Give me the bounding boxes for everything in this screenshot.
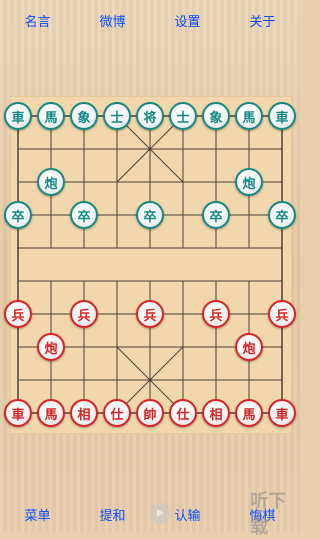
menu-button[interactable]: 菜单	[18, 501, 56, 528]
top-nav: 名言 微博 设置 关于	[0, 0, 300, 40]
green-piece[interactable]: 卒	[202, 201, 230, 229]
green-piece[interactable]: 卒	[70, 201, 98, 229]
quotes-button[interactable]: 名言	[18, 7, 56, 34]
red-piece[interactable]: 兵	[4, 300, 32, 328]
xiangqi-board[interactable]: 車馬象士将士象馬車炮炮卒卒卒卒卒兵兵兵兵兵炮炮車馬相仕帥仕相馬車	[4, 96, 296, 434]
watermark: 听下载	[150, 491, 300, 538]
board-grid	[10, 96, 292, 434]
offer-draw-button[interactable]: 提和	[93, 501, 131, 528]
green-piece[interactable]: 車	[4, 102, 32, 130]
red-piece[interactable]: 馬	[37, 399, 65, 427]
board-panel	[10, 96, 292, 434]
red-piece[interactable]: 炮	[37, 333, 65, 361]
green-piece[interactable]: 馬	[37, 102, 65, 130]
green-piece[interactable]: 将	[136, 102, 164, 130]
green-piece[interactable]: 士	[103, 102, 131, 130]
green-piece[interactable]: 卒	[4, 201, 32, 229]
green-piece[interactable]: 炮	[235, 168, 263, 196]
weibo-button[interactable]: 微博	[93, 7, 131, 34]
red-piece[interactable]: 兵	[70, 300, 98, 328]
red-piece[interactable]: 車	[4, 399, 32, 427]
about-button[interactable]: 关于	[243, 7, 281, 34]
green-piece[interactable]: 卒	[136, 201, 164, 229]
red-piece[interactable]: 兵	[202, 300, 230, 328]
green-piece[interactable]: 馬	[235, 102, 263, 130]
green-piece[interactable]: 炮	[37, 168, 65, 196]
red-piece[interactable]: 兵	[268, 300, 296, 328]
red-piece[interactable]: 仕	[169, 399, 197, 427]
red-piece[interactable]: 帥	[136, 399, 164, 427]
watermark-logo-icon	[150, 502, 171, 524]
watermark-text: 听下载	[250, 491, 287, 538]
green-piece[interactable]: 象	[70, 102, 98, 130]
red-piece[interactable]: 兵	[136, 300, 164, 328]
green-piece[interactable]: 象	[202, 102, 230, 130]
red-piece[interactable]: 炮	[235, 333, 263, 361]
red-piece[interactable]: 相	[202, 399, 230, 427]
green-piece[interactable]: 卒	[268, 201, 296, 229]
red-piece[interactable]: 相	[70, 399, 98, 427]
red-piece[interactable]: 馬	[235, 399, 263, 427]
settings-button[interactable]: 设置	[168, 7, 206, 34]
red-piece[interactable]: 仕	[103, 399, 131, 427]
green-piece[interactable]: 車	[268, 102, 296, 130]
green-piece[interactable]: 士	[169, 102, 197, 130]
red-piece[interactable]: 車	[268, 399, 296, 427]
